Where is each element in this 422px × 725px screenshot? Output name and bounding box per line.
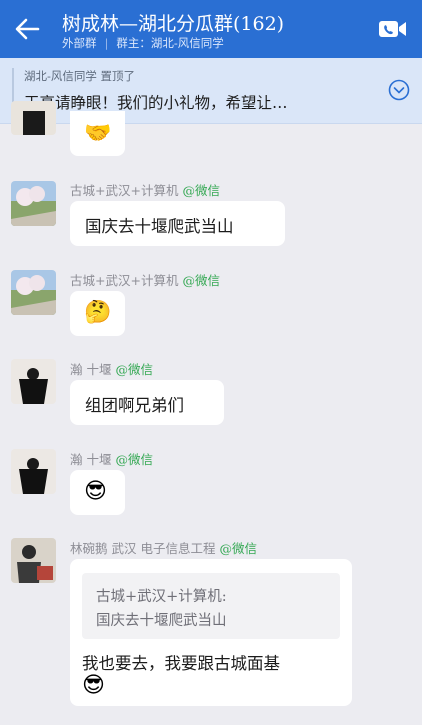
message-text: 组团啊兄弟们 xyxy=(85,396,184,415)
sender-name: 瀚 十堰 @微信 xyxy=(70,359,153,378)
wechat-tag: @微信 xyxy=(182,183,220,198)
message-bubble[interactable]: 🤔 xyxy=(70,291,125,336)
chat-subtitle: 外部群 | 群主：湖北-风信同学 xyxy=(62,35,224,51)
sender-label: 林碗鹅 武汉 电子信息工程 xyxy=(70,541,216,556)
avatar[interactable] xyxy=(11,538,56,583)
wechat-tag: @微信 xyxy=(182,273,220,288)
back-button[interactable] xyxy=(10,12,44,46)
group-owner-label: 群主：湖北-风信同学 xyxy=(116,36,224,50)
subtitle-separator: | xyxy=(104,36,109,50)
handshake-emoji: 🤝 xyxy=(84,121,112,146)
message-text: 我也要去，我要跟古城面基 xyxy=(82,654,280,673)
arrow-left-icon xyxy=(15,18,40,40)
sender-name: 古城+武汉+计算机 @微信 xyxy=(70,180,220,199)
avatar[interactable] xyxy=(11,101,56,135)
sender-label: 瀚 十堰 xyxy=(70,362,112,377)
message-bubble-with-quote[interactable]: 古城+武汉+计算机: 国庆去十堰爬武当山 我也要去，我要跟古城面基 😎 xyxy=(70,559,352,706)
external-group-label: 外部群 xyxy=(62,36,97,50)
sunglasses-emoji: 😎 xyxy=(82,673,105,698)
chat-header: 树成林—湖北分瓜群(162) 外部群 | 群主：湖北-风信同学 xyxy=(0,0,422,58)
message-text: 国庆去十堰爬武当山 xyxy=(85,217,234,236)
wechat-tag: @微信 xyxy=(115,362,153,377)
chat-title: 树成林—湖北分瓜群(162) xyxy=(62,13,285,35)
quoted-text: 国庆去十堰爬武当山 xyxy=(96,613,227,629)
sender-name: 瀚 十堰 @微信 xyxy=(70,449,153,468)
avatar[interactable] xyxy=(11,181,56,226)
video-call-icon xyxy=(379,21,406,37)
message-bubble[interactable]: 🤝 xyxy=(70,111,125,156)
pinned-expand-button[interactable] xyxy=(388,79,410,101)
sunglasses-emoji: 😎 xyxy=(84,479,107,504)
wechat-tag: @微信 xyxy=(219,541,257,556)
sender-name: 林碗鹅 武汉 电子信息工程 @微信 xyxy=(70,538,257,557)
sender-label: 瀚 十堰 xyxy=(70,452,112,467)
sender-label: 古城+武汉+计算机 xyxy=(70,273,179,288)
pinned-message[interactable]: 湖北-风信同学 置顶了 天亮请睁眼！我们的小礼物，希望让… xyxy=(0,58,422,124)
quoted-message[interactable]: 古城+武汉+计算机: 国庆去十堰爬武当山 xyxy=(82,573,340,639)
avatar[interactable] xyxy=(11,449,56,494)
sender-name: 古城+武汉+计算机 @微信 xyxy=(70,270,220,289)
pinned-meta: 湖北-风信同学 置顶了 xyxy=(24,69,136,83)
avatar[interactable] xyxy=(11,270,56,315)
message-bubble[interactable]: 组团啊兄弟们 xyxy=(70,380,224,425)
video-call-button[interactable] xyxy=(378,17,408,41)
quoted-sender: 古城+武汉+计算机: xyxy=(96,589,227,605)
chevron-down-icon xyxy=(388,79,410,101)
message-bubble[interactable]: 国庆去十堰爬武当山 xyxy=(70,201,285,246)
avatar[interactable] xyxy=(11,359,56,404)
wechat-tag: @微信 xyxy=(115,452,153,467)
message-bubble[interactable]: 😎 xyxy=(70,470,125,515)
sender-label: 古城+武汉+计算机 xyxy=(70,183,179,198)
pinned-text: 天亮请睁眼！我们的小礼物，希望让… xyxy=(24,94,288,112)
thinking-emoji: 🤔 xyxy=(84,300,112,325)
